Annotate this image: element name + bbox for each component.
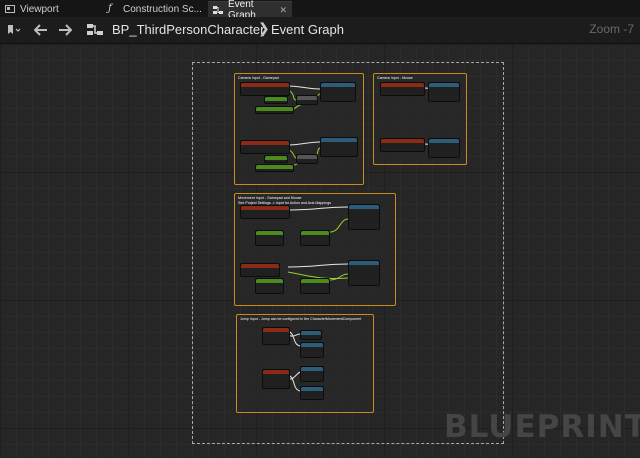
tab-bar: Viewport ƒ Construction Sc... Event Grap… [0,0,640,21]
get-forward-vector-node[interactable] [300,230,330,246]
back-button[interactable] [32,21,50,39]
jump-node[interactable] [300,330,322,340]
base-turn-rate-node[interactable] [264,96,288,104]
add-pitch-input-node[interactable] [428,138,460,158]
tab-construction-label: Construction Sc... [123,3,202,15]
bookmark-dropdown-button[interactable] [3,21,25,39]
close-icon[interactable]: ✕ [279,5,287,16]
add-pitch-input-node[interactable] [320,137,358,157]
graph-canvas[interactable]: Camera Input - Gamepad Camera Input - Mo… [0,44,640,458]
add-yaw-input-node[interactable] [320,82,356,102]
tab-viewport-label: Viewport [20,3,59,15]
input-touch-node[interactable] [262,369,290,389]
input-axis-turn-mouse-node[interactable] [380,82,425,96]
add-yaw-input-node[interactable] [428,82,460,102]
base-lookup-rate-node[interactable] [264,155,288,163]
multiply-node[interactable] [296,95,318,105]
graph-icon [213,5,223,15]
multiply-node[interactable] [296,154,318,164]
arrow-right-icon [59,24,72,36]
input-axis-lookup-node[interactable] [240,140,290,154]
breadcrumb-blueprint[interactable]: BP_ThirdPersonCharacter [112,22,264,37]
breadcrumb-graph: Event Graph [271,22,344,37]
add-movement-input-node[interactable] [348,204,380,230]
function-icon: ƒ [108,3,112,14]
get-right-vector-node[interactable] [300,278,330,294]
input-action-jump-node[interactable] [262,327,290,345]
breadcrumb-separator: ❯ [258,20,270,36]
get-world-delta-seconds-node[interactable] [255,106,294,114]
forward-button[interactable] [56,21,74,39]
input-axis-turn-node[interactable] [240,82,290,96]
input-axis-moveright-node[interactable] [240,263,280,277]
tab-event-graph[interactable]: Event Graph ✕ [208,0,292,21]
graph-toolbar: BP_ThirdPersonCharacter ❯ Event Graph Zo… [0,17,640,44]
blueprint-watermark: BLUEPRINT [444,409,640,445]
input-axis-moveforward-node[interactable] [240,205,290,219]
tab-construction-script[interactable]: ƒ Construction Sc... [103,1,203,17]
stop-jumping-node[interactable] [300,386,324,400]
stop-jumping-node[interactable] [300,342,324,358]
input-axis-lookup-mouse-node[interactable] [380,138,425,152]
event-graph-icon [86,21,104,39]
viewport-icon [5,4,15,14]
bookmark-icon [8,25,21,34]
tab-viewport[interactable]: Viewport [0,1,100,17]
get-world-delta-seconds-node[interactable] [255,164,294,172]
get-control-rotation-node[interactable] [255,230,284,246]
get-control-rotation-node[interactable] [255,278,284,294]
zoom-level: Zoom -7 [589,22,634,36]
jump-node[interactable] [300,366,324,382]
arrow-left-icon [34,24,47,36]
add-movement-input-node[interactable] [348,260,380,286]
